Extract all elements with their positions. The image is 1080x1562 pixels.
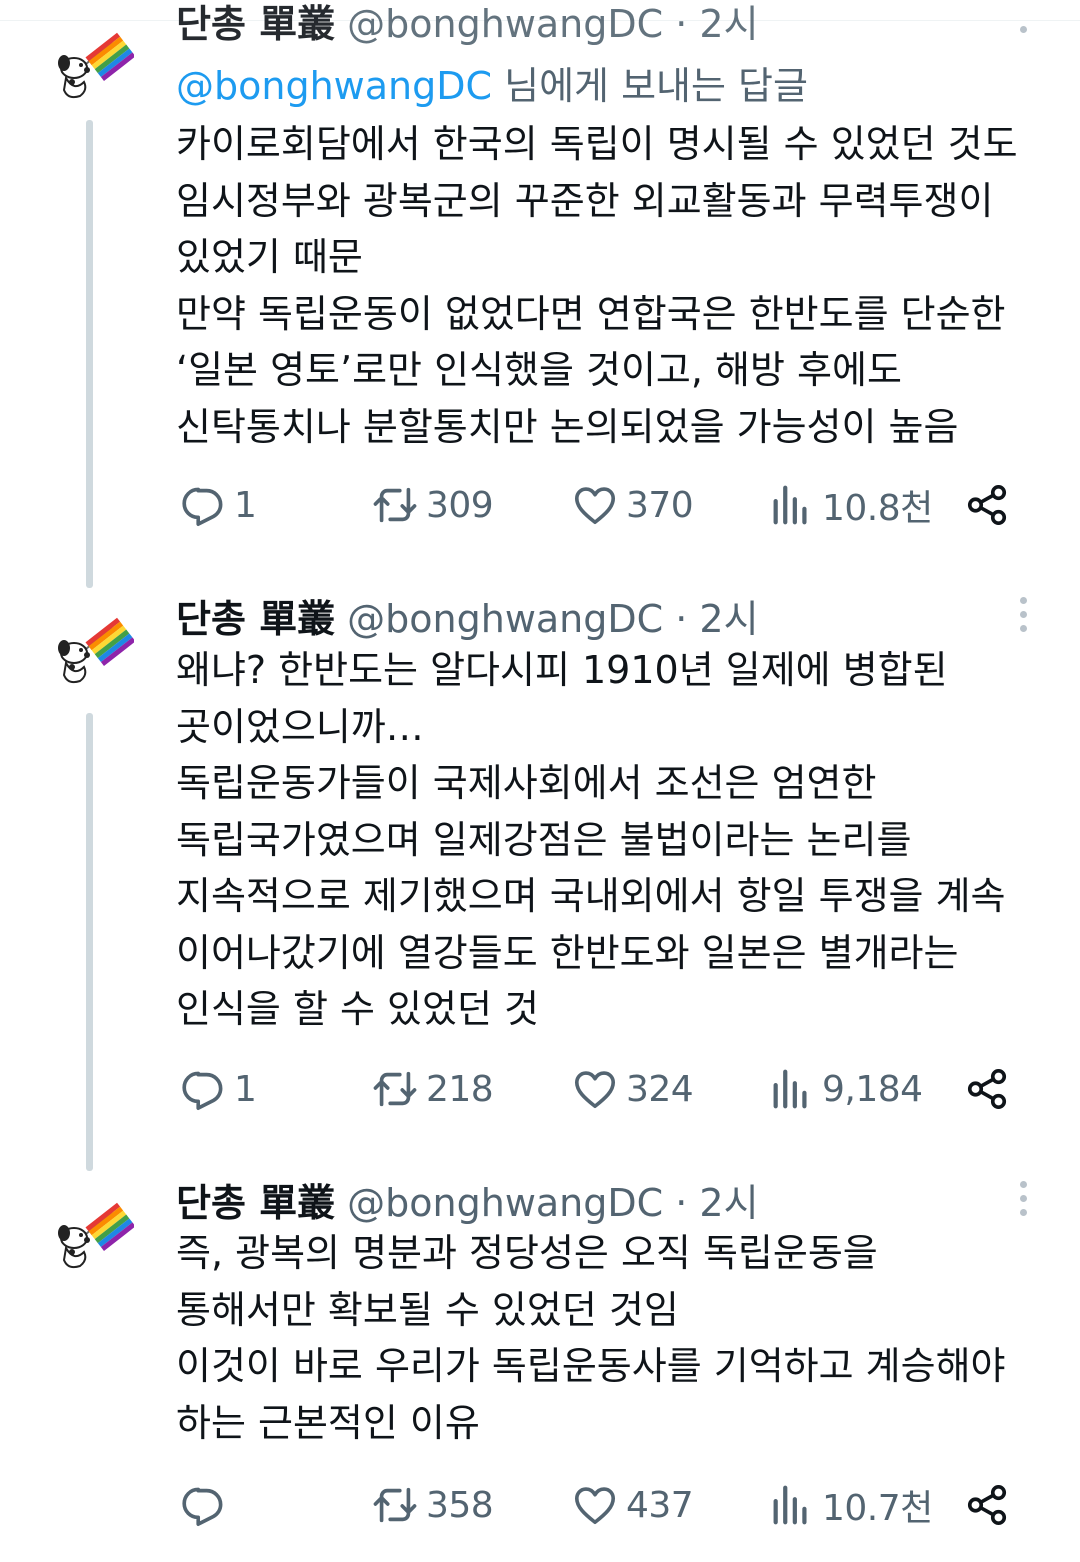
mention-link[interactable]: @bonghwangDC <box>176 64 492 108</box>
tweet-1[interactable]: 단총 單叢 @bonghwangDC · 2시 @bonghwangDC 님에게… <box>0 0 1080 588</box>
reply-icon <box>180 1482 226 1528</box>
tweet-text: 즉, 광복의 명분과 정당성은 오직 독립운동을 통해서만 확보될 수 있었던 … <box>176 1231 1006 1445</box>
retweet-count: 358 <box>426 1484 494 1526</box>
reply-icon <box>180 1066 226 1112</box>
share-button[interactable] <box>964 1480 1018 1530</box>
heart-icon <box>572 482 618 528</box>
views-icon <box>768 1482 814 1528</box>
share-icon <box>964 1066 1010 1112</box>
tweet-header: 단총 單叢 @bonghwangDC · 2시 <box>176 587 759 643</box>
tweet-header: 단총 單叢 @bonghwangDC · 2시 <box>176 1171 759 1227</box>
tweet-text: 왜냐? 한반도는 알다시피 1910년 일제에 병합된 곳이었으니까… 독립운동… <box>176 648 1006 1031</box>
action-bar: 1 218 324 9,184 <box>176 1064 1026 1114</box>
retweet-count: 309 <box>426 484 494 526</box>
handle-time[interactable]: @bonghwangDC · 2시 <box>347 0 758 48</box>
action-bar: 1 309 370 10.8천 <box>176 480 1026 530</box>
reply-button[interactable] <box>180 1480 234 1530</box>
reply-button[interactable]: 1 <box>180 1064 257 1114</box>
thread-line <box>86 713 93 1171</box>
share-button[interactable] <box>964 1064 1018 1114</box>
views-button[interactable]: 10.7천 <box>768 1480 933 1530</box>
replying-suffix: 님에게 보내는 답글 <box>492 64 808 108</box>
like-count: 370 <box>626 484 694 526</box>
retweet-button[interactable]: 218 <box>372 1064 494 1114</box>
heart-icon <box>572 1066 618 1112</box>
retweet-icon <box>372 482 418 528</box>
views-icon <box>768 482 814 528</box>
like-button[interactable]: 437 <box>572 1480 694 1530</box>
tweet-text: 카이로회담에서 한국의 독립이 명시될 수 있었던 것도 임시정부와 광복군의 … <box>176 122 1018 449</box>
reply-icon <box>180 482 226 528</box>
views-count: 9,184 <box>822 1068 923 1110</box>
more-icon[interactable] <box>1008 1177 1038 1221</box>
views-icon <box>768 1066 814 1112</box>
heart-icon <box>572 1482 618 1528</box>
share-icon <box>964 482 1010 528</box>
retweet-button[interactable]: 309 <box>372 480 494 530</box>
more-icon[interactable] <box>1008 593 1038 637</box>
share-icon <box>964 1482 1010 1528</box>
like-button[interactable]: 324 <box>572 1064 694 1114</box>
tweet-header: 단총 單叢 @bonghwangDC · 2시 <box>176 0 759 48</box>
replying-to: @bonghwangDC 님에게 보내는 답글 <box>176 55 808 110</box>
thread-line <box>86 120 93 588</box>
share-button[interactable] <box>964 480 1018 530</box>
views-count: 10.7천 <box>822 1488 933 1529</box>
avatar[interactable] <box>54 1200 134 1280</box>
tweet-2[interactable]: 단총 單叢 @bonghwangDC · 2시 왜냐? 한반도는 알다시피 19… <box>0 585 1080 1171</box>
display-name[interactable]: 단총 單叢 <box>176 1172 335 1227</box>
retweet-icon <box>372 1066 418 1112</box>
reply-count: 1 <box>234 484 257 526</box>
action-bar: 358 437 10.7천 <box>176 1480 1026 1530</box>
tweet-3[interactable]: 단총 單叢 @bonghwangDC · 2시 즉, 광복의 명분과 정당성은 … <box>0 1170 1080 1562</box>
reply-button[interactable]: 1 <box>180 480 257 530</box>
retweet-icon <box>372 1482 418 1528</box>
views-button[interactable]: 9,184 <box>768 1064 923 1114</box>
avatar[interactable] <box>54 30 134 110</box>
handle-time[interactable]: @bonghwangDC · 2시 <box>347 588 758 643</box>
more-icon[interactable] <box>1008 12 1038 36</box>
like-count: 324 <box>626 1068 694 1110</box>
handle-time[interactable]: @bonghwangDC · 2시 <box>347 1172 758 1227</box>
display-name[interactable]: 단총 單叢 <box>176 0 335 48</box>
like-button[interactable]: 370 <box>572 480 694 530</box>
views-button[interactable]: 10.8천 <box>768 480 933 530</box>
reply-count: 1 <box>234 1068 257 1110</box>
like-count: 437 <box>626 1484 694 1526</box>
views-count: 10.8천 <box>822 488 933 529</box>
retweet-button[interactable]: 358 <box>372 1480 494 1530</box>
avatar[interactable] <box>54 615 134 695</box>
retweet-count: 218 <box>426 1068 494 1110</box>
display-name[interactable]: 단총 單叢 <box>176 588 335 643</box>
